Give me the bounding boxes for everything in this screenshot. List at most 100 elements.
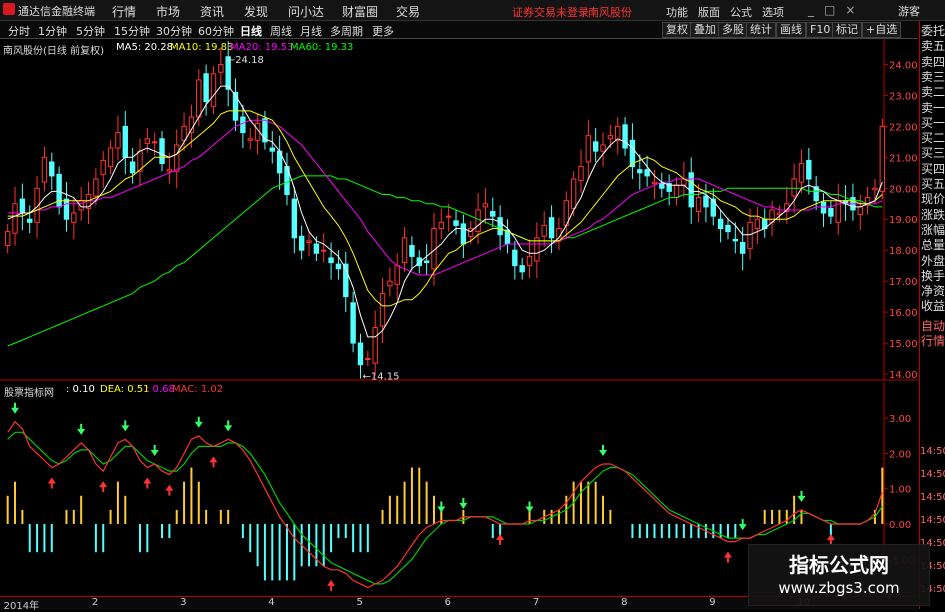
candle-body [482,203,489,208]
period-60min[interactable]: 60分钟 [198,23,234,39]
candle-body [872,187,878,191]
sell-arrow-icon [11,402,20,414]
minimize-icon[interactable]: _ [808,3,824,17]
watermark-url: www.zbgs3.com [778,579,900,597]
side-panel-item[interactable]: 自动 [921,318,945,334]
candle-body [497,217,503,236]
menu-gongneng[interactable]: 功能 [666,4,688,20]
candle-body [717,218,724,230]
stats-button[interactable]: 统计 [746,22,776,38]
high-price-label: ←24.18 [227,55,264,66]
candle-body [798,163,805,183]
sell-arrow-icon [224,420,233,432]
mark-button[interactable]: 标记 [832,22,862,38]
candle-body [607,135,614,140]
x-tick-label: 6 [444,597,452,608]
period-month[interactable]: 月线 [300,23,322,39]
ma5-line [7,85,883,338]
side-panel-item: 买五 [921,177,945,191]
price-tick-label: 15.00 [889,339,918,350]
menu-wenxiaoda[interactable]: 问小达 [288,3,324,20]
period-multi[interactable]: 多周期 [330,23,363,39]
candle-body [600,144,606,152]
candle-body [423,260,430,264]
ma20-line [7,119,883,276]
candle-body [747,221,753,250]
candle-body [335,263,342,270]
period-day[interactable]: 日线 [240,23,262,39]
candle-body [218,63,224,73]
menu-gongshi[interactable]: 公式 [730,4,752,20]
candle-body [4,231,11,247]
period-15min[interactable]: 15分钟 [114,23,150,39]
add-watchlist-button[interactable]: +自选 [862,22,902,38]
side-panel-item[interactable]: 行情 [921,333,945,349]
buy-arrow-icon [496,533,505,545]
candle-body [181,125,187,141]
period-1min[interactable]: 1分钟 [38,23,67,39]
login-warning[interactable]: 证券交易未登录 [512,4,589,20]
fuquan-button[interactable]: 复权 [662,22,692,38]
legend-ma20: MA20: 19.53 [230,42,294,53]
sell-arrow-icon [121,420,130,432]
candle-body [357,342,364,366]
candle-body [387,280,393,287]
period-week[interactable]: 周线 [270,23,292,39]
candle-body [438,221,445,230]
buy-arrow-icon [99,481,108,493]
candle-body [820,201,827,214]
candle-body [298,235,305,251]
candle-body [12,203,18,234]
menu-xuanxiang[interactable]: 选项 [762,4,784,20]
side-panel-item: 卖四 [921,54,945,69]
sell-arrow-icon [194,416,203,428]
indicator-tick-label: 2.00 [889,449,911,460]
multi-stock-button[interactable]: 多股 [718,22,748,38]
candle-body [570,178,577,209]
side-panel-item: 收益 [921,299,945,314]
price-tick-label: 20.00 [889,184,918,195]
candle-body [394,265,400,285]
draw-line-button[interactable]: 画线 [776,22,806,38]
candle-body [115,132,121,149]
legend-ma5: MA5: 20.28 [116,42,174,53]
menu-faxian[interactable]: 发现 [244,3,268,20]
menu-jiaoyi[interactable]: 交易 [396,3,420,20]
candle-body [63,198,70,220]
f10-button[interactable]: F10 [806,22,835,38]
price-tick-label: 21.00 [889,153,918,164]
period-more[interactable]: 更多 [372,23,394,39]
candle-body [129,161,136,174]
candle-body [365,358,371,361]
candle-body [401,237,408,264]
period-fenshi[interactable]: 分时 [8,23,30,39]
candle-body [445,215,452,218]
x-tick-label: 7 [532,597,540,608]
candle-body [732,238,739,242]
side-panel-item: 卖一 [921,100,945,115]
sell-arrow-icon [459,497,468,509]
menu-banmian[interactable]: 版面 [698,4,720,20]
x-tick-label: 2 [91,597,99,608]
period-30min[interactable]: 30分钟 [156,23,192,39]
candle-body [166,169,173,172]
candle-body [548,217,555,239]
sell-arrow-icon [77,423,86,435]
period-5min[interactable]: 5分钟 [76,23,105,39]
sub-legend-title: 股票指标网 [4,388,54,399]
price-chart[interactable]: 24.00 23.00 22.00 21.00 20.00 19.00 18.00 17.00… [0,39,918,381]
menu-zixun[interactable]: 资讯 [200,3,224,20]
menu-caifuquan[interactable]: 财富圈 [342,3,378,20]
buy-arrow-icon [723,551,732,563]
maximize-icon[interactable]: □ [824,3,845,17]
overlay-button[interactable]: 叠加 [690,22,720,38]
menu-shichang[interactable]: 市场 [156,3,180,20]
guest-button[interactable]: 游客 [898,3,920,19]
close-icon[interactable]: × [845,3,865,17]
menu-hangqing[interactable]: 行情 [112,3,136,20]
candle-body [703,195,709,208]
indicator-tick-label: 1.00 [889,485,911,496]
price-tick-label: 14.00 [889,370,918,381]
candle-body [585,135,592,163]
side-panel-item: 卖三 [921,69,945,84]
